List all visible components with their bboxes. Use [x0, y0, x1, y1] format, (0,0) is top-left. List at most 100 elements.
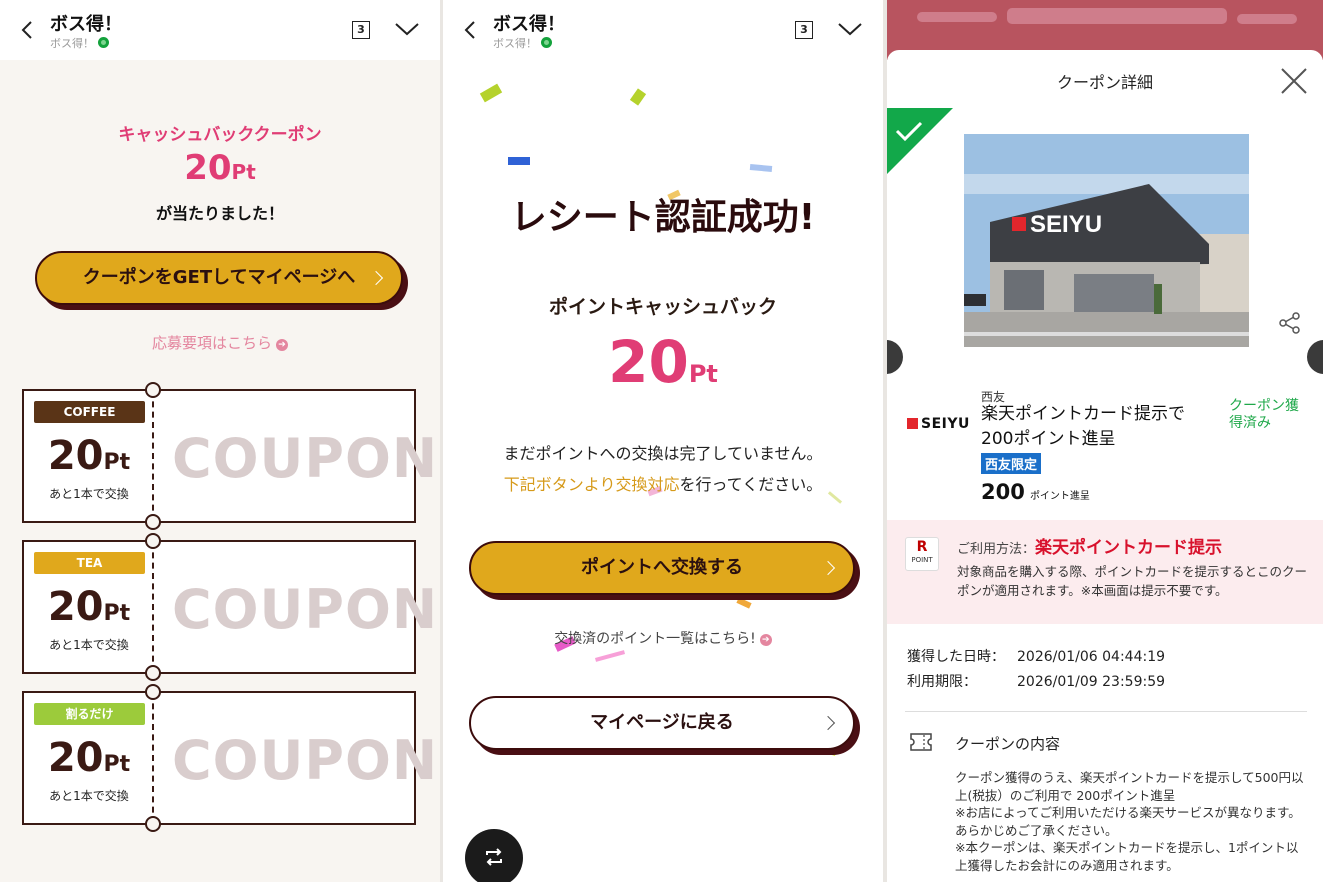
coupon-points-unit: ポイント進呈: [1029, 491, 1090, 502]
ticket-points-value: 20: [47, 735, 104, 781]
ticket-notch: [145, 382, 161, 398]
back-to-mypage-button[interactable]: マイページに戻る: [469, 696, 855, 750]
usage-method: 楽天ポイントカード提示: [1035, 538, 1223, 558]
ticket-points: 20Pt: [24, 735, 154, 781]
header-subtitle: ボス得！: [50, 35, 109, 51]
instruction-rest: を行ってください。: [679, 475, 823, 494]
ticket-coupon-text: COUPON: [172, 729, 439, 792]
won-points-value: 20: [184, 148, 232, 188]
ticket-notch: [145, 684, 161, 700]
cashback-points-value: 20: [608, 328, 689, 396]
limited-badge: 西友限定: [981, 453, 1042, 474]
ticket-notch: [145, 665, 161, 681]
store-photo: SEIYU: [964, 134, 1249, 347]
back-arrow-icon[interactable]: [20, 20, 34, 40]
app-header: ボス得！ ボス得！ 3: [0, 0, 440, 60]
arrow-circle-icon: ➔: [276, 339, 288, 351]
header-subtitle-text: ボス得！: [50, 37, 94, 50]
confetti-piece: [749, 164, 773, 172]
status-badge: クーポン獲得済み: [1229, 398, 1299, 431]
header-subtitle: ボス得！: [493, 35, 552, 51]
share-icon[interactable]: [1279, 312, 1301, 334]
chevron-right-icon: [820, 560, 836, 576]
brand-logo-square: [907, 418, 918, 429]
sheet-title: クーポン詳細: [1056, 73, 1153, 92]
ticket-points: 20Pt: [24, 584, 154, 630]
divider: [905, 711, 1307, 712]
header-title: ボス得！: [493, 14, 565, 35]
ticket-remaining: あと1本で交換: [49, 638, 129, 652]
back-arrow-icon[interactable]: [463, 20, 477, 40]
ticket-points-unit: Pt: [103, 752, 131, 777]
close-icon[interactable]: [1279, 66, 1309, 96]
expiry-date-label: 利用期限：: [907, 674, 977, 690]
coupon-ticket-tea[interactable]: TEA 20Pt あと1本で交換 COUPON: [22, 533, 437, 681]
tab-count-button[interactable]: 3: [352, 21, 370, 39]
ticket-notch: [145, 514, 161, 530]
get-coupon-button[interactable]: クーポンをGETしてマイページへ: [35, 251, 403, 305]
ticket-points-value: 20: [47, 584, 104, 630]
acquired-date-row: 獲得した日時： 2026/01/06 04:44:19: [907, 645, 1165, 670]
coupon-detail-sheet: クーポン詳細 SEIYU SEIYU 西友 楽天ポイントカード提示で200ポイン…: [887, 50, 1323, 882]
get-coupon-button-label: クーポンをGETしてマイページへ: [82, 267, 356, 288]
receipt-success-title: レシート認証成功!: [510, 197, 816, 238]
rakuten-point-logo: R POINT: [905, 537, 939, 571]
bg-blur: [917, 12, 997, 22]
store-photo-image: SEIYU: [964, 134, 1249, 347]
ticket-tag: 割るだけ: [34, 703, 145, 725]
coupon-points: 200 ポイント進呈: [981, 480, 1090, 504]
cashback-points: 20Pt: [443, 328, 883, 396]
confetti-piece: [479, 83, 503, 103]
coupon-ticket-waru[interactable]: 割るだけ 20Pt あと1本で交換 COUPON: [22, 684, 439, 832]
ticket-notch: [145, 533, 161, 549]
confetti-piece: [508, 157, 530, 165]
acquired-date-value: 2026/01/06 04:44:19: [1017, 649, 1166, 665]
instruction-highlight: 下記ボタンより交換対応: [503, 475, 680, 494]
ticket-coupon-text: COUPON: [172, 427, 439, 490]
coupon-dates: 獲得した日時： 2026/01/06 04:44:19 利用期限： 2026/01/…: [907, 645, 1165, 695]
carousel-next[interactable]: [1307, 340, 1323, 374]
store-sign-text: SEIYU: [1030, 211, 1102, 238]
coupon-detail-screen: クーポン詳細 SEIYU SEIYU 西友 楽天ポイントカード提示で200ポイン…: [887, 0, 1323, 882]
instruction-message: 下記ボタンより交換対応を行ってください。: [443, 471, 883, 495]
verified-badge-icon: [541, 37, 552, 48]
entry-requirements-link[interactable]: 応募要項はこちら ➔: [0, 332, 440, 353]
ticket-points-value: 20: [47, 433, 104, 479]
exchange-points-button[interactable]: ポイントへ交換する: [469, 541, 855, 595]
rakuten-point-text: POINT: [911, 556, 933, 564]
won-points: 20Pt: [0, 148, 440, 188]
carousel-prev[interactable]: [887, 340, 903, 374]
app-header: ボス得！ ボス得！ 3: [443, 0, 883, 60]
cashback-points-unit: Pt: [688, 360, 718, 388]
header-title: ボス得！: [50, 14, 122, 35]
entry-requirements-label: 応募要項はこちら: [151, 334, 272, 352]
rotate-fab-button[interactable]: [465, 829, 523, 882]
brand-logo: SEIYU: [907, 416, 970, 432]
check-icon: [895, 121, 923, 142]
coupon-name: 楽天ポイントカード提示で200ポイント進呈: [981, 404, 1185, 449]
won-points-unit: Pt: [231, 160, 256, 184]
receipt-success-screen: ボス得！ ボス得！ 3 レシート認証成功! ポイントキャッシュバック 20Pt …: [443, 0, 883, 882]
rotate-icon: [486, 848, 502, 866]
chevron-down-icon[interactable]: [837, 22, 863, 36]
ticket-tag: COFFEE: [34, 401, 145, 423]
ticket-points: 20Pt: [24, 433, 154, 479]
usage-description: 対象商品を購入する際、ポイントカードを提示するとこのクーポンが適用されます。※本…: [957, 564, 1308, 598]
confetti-piece: [736, 597, 752, 609]
confetti-piece: [594, 650, 626, 662]
exchanged-points-list-link[interactable]: 交換済のポイント一覧はこちら! ➔: [443, 628, 883, 648]
chevron-right-icon: [368, 270, 384, 286]
coupon-ticket-coffee[interactable]: COFFEE 20Pt あと1本で交換 COUPON: [22, 382, 439, 530]
ticket-points-unit: Pt: [103, 601, 131, 626]
expiry-date-value: 2026/01/09 23:59:59: [1017, 674, 1166, 690]
ticket-icon: [910, 733, 932, 751]
chevron-down-icon[interactable]: [394, 22, 420, 36]
tab-count-button[interactable]: 3: [795, 21, 813, 39]
arrow-circle-icon: ➔: [759, 634, 772, 646]
ticket-notch: [145, 816, 161, 832]
bg-blur: [1007, 8, 1227, 24]
verified-badge-icon: [98, 37, 109, 48]
coupon-content-heading: クーポンの内容: [955, 735, 1061, 753]
usage-method-box: R POINT ご利用方法：楽天ポイントカード提示 対象商品を購入する際、ポイント…: [887, 520, 1323, 624]
ticket-remaining: あと1本で交換: [49, 487, 129, 501]
